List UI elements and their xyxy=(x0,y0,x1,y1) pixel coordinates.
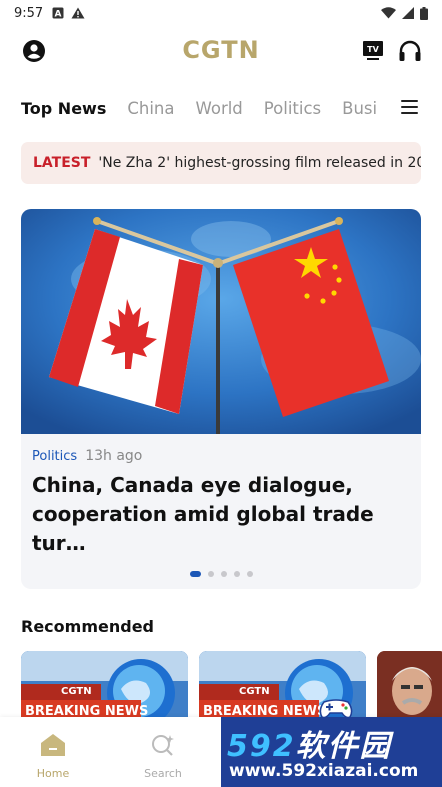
recommended-banner: BREAKING NEWS xyxy=(203,704,327,717)
recommended-heading: Recommended xyxy=(21,617,154,636)
watermark-url: www.592xiazai.com xyxy=(229,761,419,781)
recommended-brand: CGTN xyxy=(61,686,92,697)
app-notification-icon: A xyxy=(52,7,64,19)
tab-politics[interactable]: Politics xyxy=(264,99,321,118)
watermark-brand: 软件园 xyxy=(295,729,392,764)
nav-home-label: Home xyxy=(36,767,70,780)
headphones-icon[interactable] xyxy=(398,40,422,62)
recommended-card[interactable] xyxy=(377,651,442,717)
recommended-brand: CGTN xyxy=(239,686,270,697)
signal-icon xyxy=(402,7,414,19)
battery-icon xyxy=(420,6,428,20)
warning-icon xyxy=(71,7,85,19)
status-time: 9:57 xyxy=(14,5,44,21)
nav-search[interactable]: Search xyxy=(133,733,193,780)
nav-search-label: Search xyxy=(144,767,182,780)
gamepad-icon xyxy=(319,699,353,719)
wifi-icon xyxy=(381,7,396,19)
carousel-indicator xyxy=(21,571,421,577)
category-tabs: Top News China World Politics Business xyxy=(0,84,442,132)
tab-business[interactable]: Business xyxy=(342,99,376,118)
carousel-dot[interactable] xyxy=(220,571,227,577)
nav-home[interactable]: Home xyxy=(23,733,83,780)
featured-article-card[interactable]: Politics 13h ago China, Canada eye dialo… xyxy=(21,209,421,589)
tab-top-news[interactable]: Top News xyxy=(21,99,106,118)
featured-image xyxy=(21,209,421,434)
profile-icon[interactable] xyxy=(22,39,46,63)
latest-ticker[interactable]: LATEST 'Ne Zha 2' highest-grossing film … xyxy=(21,142,421,184)
recommended-list: CGTN BREAKING NEWS CGTN BREAKING NEWS xyxy=(21,651,442,717)
watermark-number: 592 xyxy=(227,729,296,764)
recommended-thumbnail xyxy=(377,651,442,717)
latest-headline: 'Ne Zha 2' highest-grossing film release… xyxy=(98,155,421,171)
svg-text:TV: TV xyxy=(367,45,379,54)
svg-text:A: A xyxy=(55,10,62,20)
site-watermark: 592软件园 www.592xiazai.com xyxy=(221,717,442,787)
latest-tag: LATEST xyxy=(33,155,91,171)
carousel-dot[interactable] xyxy=(189,571,201,577)
status-bar: 9:57 A xyxy=(0,0,442,26)
recommended-banner: BREAKING NEWS xyxy=(25,704,149,717)
watermark-logo: 592软件园 xyxy=(227,721,392,765)
app-header: CGTN TV xyxy=(0,26,442,76)
menu-icon[interactable] xyxy=(401,100,418,114)
live-tv-icon[interactable]: TV xyxy=(362,40,384,62)
carousel-dot[interactable] xyxy=(246,571,253,577)
tab-china[interactable]: China xyxy=(127,99,174,118)
carousel-dot[interactable] xyxy=(207,571,214,577)
carousel-dot[interactable] xyxy=(233,571,240,577)
search-icon xyxy=(152,735,174,756)
recommended-card[interactable]: CGTN BREAKING NEWS xyxy=(21,651,188,717)
article-category[interactable]: Politics xyxy=(32,449,77,464)
article-title[interactable]: China, Canada eye dialogue, cooperation … xyxy=(32,471,412,558)
article-time: 13h ago xyxy=(85,448,143,464)
tab-world[interactable]: World xyxy=(196,99,243,118)
home-icon xyxy=(41,734,65,756)
